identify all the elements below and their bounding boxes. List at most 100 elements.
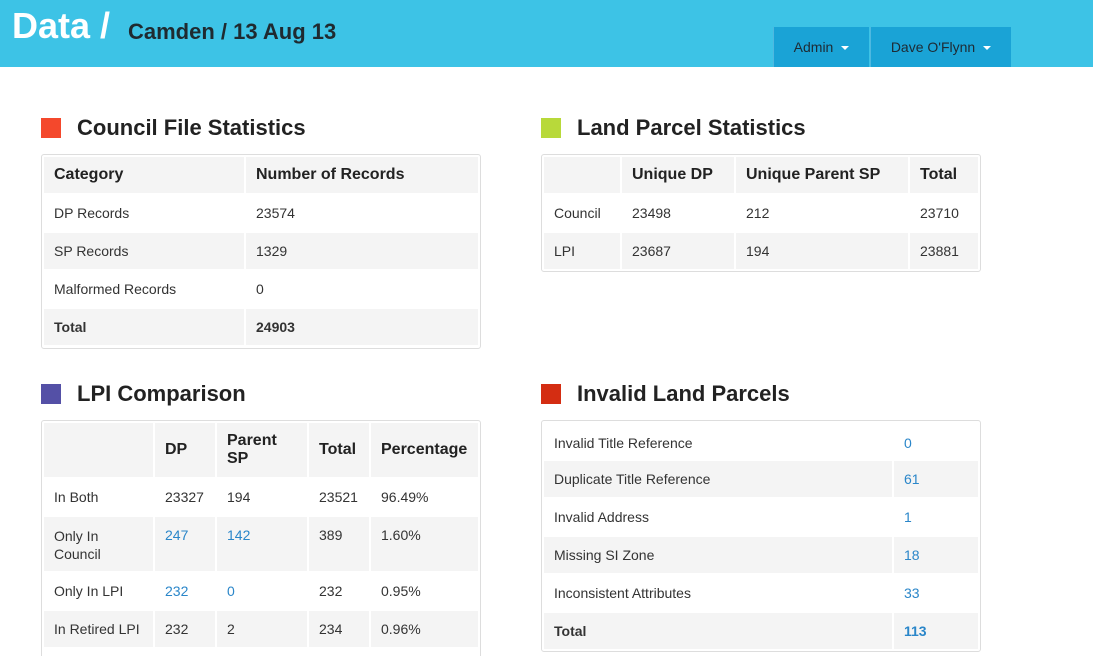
- row-label: Invalid Address: [554, 509, 649, 525]
- column-header: [44, 423, 153, 477]
- row-label: In Retired LPI: [44, 611, 153, 647]
- table-row: In Both 23327 194 23521 96.49%: [44, 479, 478, 515]
- cell-value: 0.96%: [371, 611, 478, 647]
- cell-link[interactable]: 0: [217, 573, 307, 609]
- row-label: Duplicate Title Reference: [544, 461, 892, 497]
- total-link[interactable]: 113: [894, 613, 978, 649]
- table-row: LPI 23687 194 23881: [544, 233, 978, 269]
- column-header: Unique DP: [622, 157, 734, 193]
- cell-value: 389: [309, 517, 369, 571]
- column-header: Category: [44, 157, 244, 193]
- row-label: In Both: [54, 489, 99, 505]
- total-row: Total 24903: [44, 309, 478, 345]
- column-header: Unique Parent SP: [736, 157, 908, 193]
- cell-link[interactable]: 247: [155, 517, 215, 571]
- land-parcel-section-heading: Land Parcel Statistics: [541, 115, 806, 141]
- cell-link[interactable]: 33: [894, 575, 978, 611]
- user-dropdown-label: Dave O'Flynn: [890, 39, 976, 55]
- table-row: Invalid Address 1: [544, 499, 978, 535]
- user-dropdown-button[interactable]: Dave O'Flynn: [870, 27, 1011, 67]
- invalid-section-heading: Invalid Land Parcels: [541, 381, 790, 407]
- total-row: Total 113: [544, 613, 978, 649]
- land-parcel-stats-table: Unique DP Unique Parent SP Total Council…: [541, 154, 981, 272]
- cell-value: 232: [319, 583, 343, 599]
- column-header: DP: [155, 423, 215, 477]
- table-header-row: Unique DP Unique Parent SP Total: [544, 157, 978, 193]
- cell-link[interactable]: 61: [894, 461, 978, 497]
- caret-down-icon: [841, 46, 850, 51]
- column-header: [544, 157, 620, 193]
- invalid-color-square: [541, 384, 561, 404]
- cell-value: 1.60%: [371, 517, 478, 571]
- column-header: Total: [309, 423, 369, 477]
- column-header: Parent SP: [217, 423, 307, 477]
- column-header: Percentage: [371, 423, 478, 477]
- admin-dropdown-button[interactable]: Admin: [773, 27, 869, 67]
- top-navbar: Data / Camden / 13 Aug 13 Admin Dave O'F…: [0, 0, 1093, 67]
- cell-value: 23498: [632, 205, 671, 221]
- cell-value: 2: [217, 611, 307, 647]
- row-label: SP Records: [44, 233, 244, 269]
- lpi-section-title: LPI Comparison: [77, 381, 246, 406]
- row-label: Malformed Records: [54, 281, 177, 297]
- invalid-parcels-table: Invalid Title Reference 0 Duplicate Titl…: [541, 420, 981, 652]
- lpi-section-heading: LPI Comparison: [41, 381, 246, 407]
- table-row: Council 23498 212 23710: [544, 195, 978, 231]
- row-label: LPI: [544, 233, 620, 269]
- table-row: Inconsistent Attributes 33: [544, 575, 978, 611]
- cell-value: 23521: [319, 489, 358, 505]
- cell-value: 232: [155, 611, 215, 647]
- page-subtitle: Camden / 13 Aug 13: [128, 19, 337, 44]
- column-header: Number of Records: [246, 157, 478, 193]
- table-row: Duplicate Title Reference 61: [544, 461, 978, 497]
- row-label: Invalid Title Reference: [554, 435, 693, 451]
- council-section-title: Council File Statistics: [77, 115, 306, 140]
- row-label: Council: [554, 205, 601, 221]
- row-label: Inconsistent Attributes: [554, 585, 691, 601]
- table-row: DP Records 23574: [44, 195, 478, 231]
- cell-value: 23687: [622, 233, 734, 269]
- column-header: Total: [910, 157, 978, 193]
- total-label: Total: [44, 309, 244, 345]
- cell-value: 23710: [920, 205, 959, 221]
- row-label: Only In LPI: [54, 583, 124, 599]
- cell-value: 0: [256, 281, 264, 297]
- invalid-section-title: Invalid Land Parcels: [577, 381, 790, 406]
- caret-down-icon: [983, 46, 992, 51]
- cell-value: 23574: [256, 205, 295, 221]
- cell-value: 234: [309, 611, 369, 647]
- table-header-row: DP Parent SP Total Percentage: [44, 423, 478, 477]
- council-section-heading: Council File Statistics: [41, 115, 306, 141]
- table-row: SP Records 1329: [44, 233, 478, 269]
- table-row: Only In LPI 232 0 232 0.95%: [44, 573, 478, 609]
- total-value: 24903: [246, 309, 478, 345]
- land-parcel-section-title: Land Parcel Statistics: [577, 115, 806, 140]
- brand-title[interactable]: Data /: [12, 6, 110, 46]
- cell-link[interactable]: 142: [217, 517, 307, 571]
- cell-link[interactable]: 0: [894, 423, 978, 459]
- lpi-color-square: [41, 384, 61, 404]
- council-color-square: [41, 118, 61, 138]
- table-row: Only In Council 247 142 389 1.60%: [44, 517, 478, 571]
- table-row: Missing SI Zone 18: [544, 537, 978, 573]
- table-header-row: Category Number of Records: [44, 157, 478, 193]
- table-row: Malformed Records 0: [44, 271, 478, 307]
- cell-link[interactable]: 18: [894, 537, 978, 573]
- cell-value: 23881: [910, 233, 978, 269]
- admin-dropdown-label: Admin: [793, 39, 834, 55]
- cell-value: 0.95%: [381, 583, 421, 599]
- council-stats-table: Category Number of Records DP Records 23…: [41, 154, 481, 349]
- table-row: In Retired LPI 232 2 234 0.96%: [44, 611, 478, 647]
- row-label: Missing SI Zone: [544, 537, 892, 573]
- total-label: Total: [544, 613, 892, 649]
- cell-link[interactable]: 232: [155, 573, 215, 609]
- cell-value: 194: [227, 489, 251, 505]
- land-parcel-color-square: [541, 118, 561, 138]
- cell-value: 212: [746, 205, 770, 221]
- cell-link[interactable]: 1: [894, 499, 978, 535]
- lpi-comparison-table: DP Parent SP Total Percentage In Both 23…: [41, 420, 481, 656]
- cell-value: 23327: [165, 489, 204, 505]
- cell-value: 194: [736, 233, 908, 269]
- row-label: Only In Council: [44, 517, 153, 571]
- cell-value: 1329: [246, 233, 478, 269]
